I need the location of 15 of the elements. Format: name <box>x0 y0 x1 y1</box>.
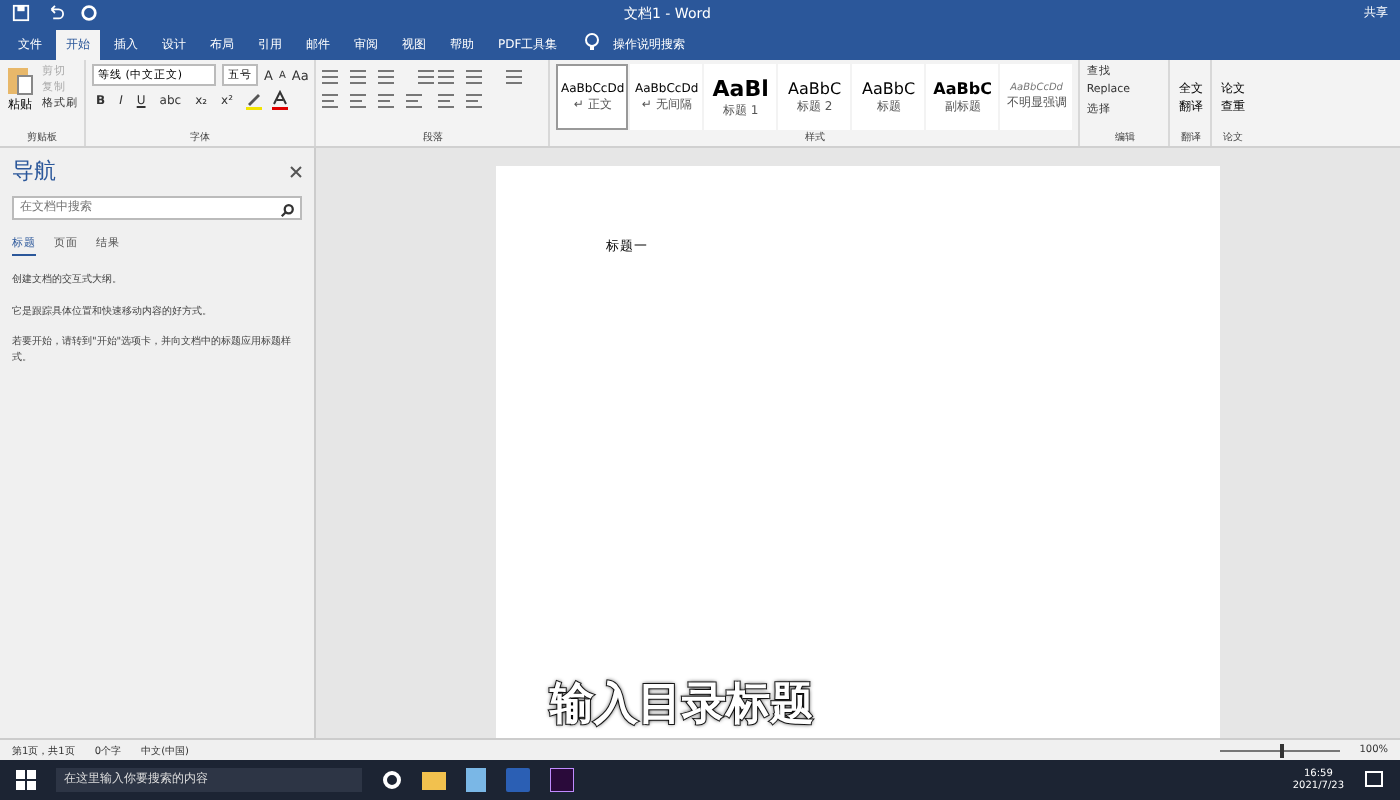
circle-icon[interactable] <box>382 770 402 790</box>
premiere-icon[interactable] <box>550 768 574 792</box>
font-color-icon[interactable] <box>269 90 289 110</box>
video-caption: 输入目录标题 <box>550 677 814 734</box>
lightbulb-icon <box>583 32 600 52</box>
pane-title: 导航 <box>12 156 56 186</box>
highlighter-icon[interactable] <box>243 90 263 110</box>
undo-icon[interactable] <box>46 4 64 22</box>
search-icon <box>280 204 294 218</box>
notification-icon[interactable] <box>1364 770 1384 790</box>
close-icon[interactable] <box>290 165 302 177</box>
start-icon[interactable] <box>16 770 36 790</box>
save-icon[interactable] <box>12 4 30 22</box>
folder-icon[interactable] <box>422 770 446 790</box>
refresh-icon[interactable] <box>80 4 98 22</box>
